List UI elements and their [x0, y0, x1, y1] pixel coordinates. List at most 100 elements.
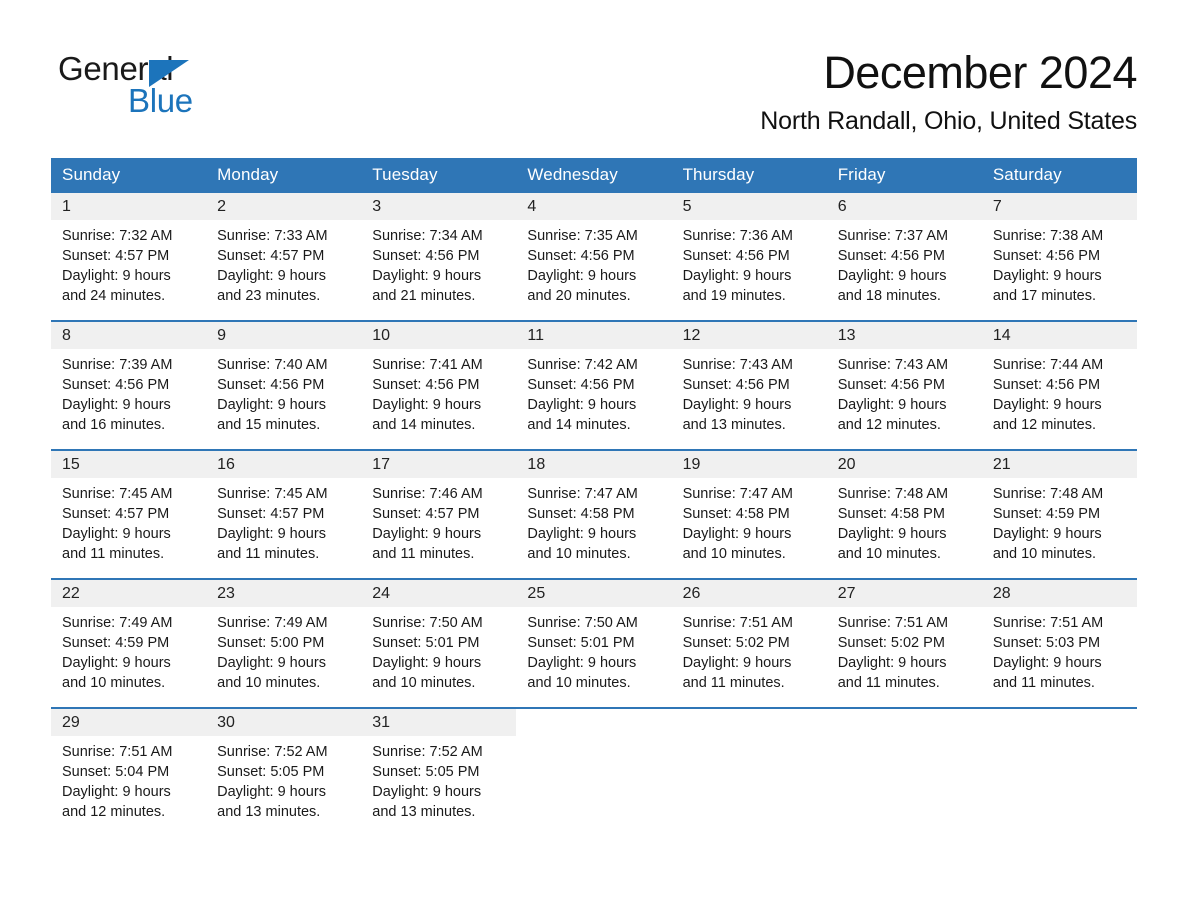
sunrise-time: Sunrise: 7:38 AM	[992, 228, 1104, 244]
day-number: 26	[671, 580, 827, 607]
day-cell-inner: 27 Sunrise: 7:51 AM Sunset: 5:02 PM Dayligh…	[826, 580, 982, 698]
calendar-day-cell[interactable]: 10 Sunrise: 7:41 AM Sunset: 4:56 PM Dayligh…	[361, 320, 517, 440]
sunset-time: Sunset: 4:57 PM	[62, 248, 170, 264]
daylight-duration-line1: Daylight: 9 hours	[62, 268, 171, 284]
generalblue-logo[interactable]: General Blue	[58, 52, 258, 122]
day-cell-inner: 19 Sunrise: 7:47 AM Sunset: 4:58 PM Dayligh…	[671, 451, 827, 569]
day-details: Sunrise: 7:43 AM Sunset: 4:56 PM Daylight:…	[672, 349, 827, 435]
day-number: 22	[51, 580, 207, 607]
day-details: Sunrise: 7:51 AM Sunset: 5:02 PM Daylight:…	[827, 607, 982, 693]
calendar-day-cell[interactable]: 6 Sunrise: 7:37 AM Sunset: 4:56 PM Daylight…	[826, 193, 982, 311]
sunset-time: Sunset: 4:58 PM	[682, 506, 790, 522]
daylight-duration-line2: and 18 minutes.	[837, 288, 941, 304]
sunrise-time: Sunrise: 7:32 AM	[62, 228, 173, 244]
daylight-duration-line2: and 12 minutes.	[62, 804, 166, 820]
day-number: 21	[981, 451, 1137, 478]
calendar-day-cell[interactable]: 14 Sunrise: 7:44 AM Sunset: 4:56 PM Dayligh…	[981, 320, 1137, 440]
calendar-day-cell[interactable]: 15 Sunrise: 7:45 AM Sunset: 4:57 PM Dayligh…	[51, 449, 207, 569]
weekday-header-saturday: Saturday	[981, 158, 1137, 193]
calendar-day-cell[interactable]: 16 Sunrise: 7:45 AM Sunset: 4:57 PM Dayligh…	[206, 449, 362, 569]
daylight-duration-line2: and 10 minutes.	[217, 675, 321, 691]
calendar-day-cell[interactable]: 23 Sunrise: 7:49 AM Sunset: 5:00 PM Dayligh…	[206, 578, 362, 698]
sunset-time: Sunset: 4:56 PM	[837, 248, 945, 264]
calendar-day-cell[interactable]: 11 Sunrise: 7:42 AM Sunset: 4:56 PM Dayligh…	[516, 320, 672, 440]
day-cell-inner: 9 Sunrise: 7:40 AM Sunset: 4:56 PM Daylight…	[206, 322, 362, 440]
sunset-time: Sunset: 4:57 PM	[62, 506, 170, 522]
day-details: Sunrise: 7:33 AM Sunset: 4:57 PM Daylight:…	[206, 220, 361, 306]
calendar-week-row: 1 Sunrise: 7:32 AM Sunset: 4:57 PM Daylight…	[51, 193, 1137, 311]
calendar-day-cell[interactable]: 13 Sunrise: 7:43 AM Sunset: 4:56 PM Dayligh…	[826, 320, 982, 440]
sunset-time: Sunset: 4:56 PM	[837, 377, 945, 393]
day-details: Sunrise: 7:41 AM Sunset: 4:56 PM Daylight:…	[361, 349, 516, 435]
calendar-day-cell[interactable]: 1 Sunrise: 7:32 AM Sunset: 4:57 PM Daylight…	[51, 193, 207, 311]
calendar-day-cell[interactable]: 4 Sunrise: 7:35 AM Sunset: 4:56 PM Daylight…	[516, 193, 672, 311]
day-details: Sunrise: 7:50 AM Sunset: 5:01 PM Daylight:…	[361, 607, 516, 693]
sunset-time: Sunset: 4:57 PM	[217, 248, 325, 264]
daylight-duration-line2: and 13 minutes.	[682, 417, 786, 433]
sunrise-time: Sunrise: 7:37 AM	[837, 228, 949, 244]
calendar-day-cell[interactable]: 3 Sunrise: 7:34 AM Sunset: 4:56 PM Daylight…	[361, 193, 517, 311]
sunset-time: Sunset: 4:59 PM	[992, 506, 1101, 522]
daylight-duration-line1: Daylight: 9 hours	[682, 655, 792, 671]
day-number: 25	[516, 580, 672, 607]
calendar-day-cell[interactable]: 19 Sunrise: 7:47 AM Sunset: 4:58 PM Dayligh…	[671, 449, 827, 569]
calendar-day-cell[interactable]: 2 Sunrise: 7:33 AM Sunset: 4:57 PM Daylight…	[206, 193, 362, 311]
calendar-day-cell[interactable]: 31 Sunrise: 7:52 AM Sunset: 5:05 PM Dayligh…	[361, 707, 517, 827]
calendar-day-cell[interactable]: 21 Sunrise: 7:48 AM Sunset: 4:59 PM Dayligh…	[981, 449, 1137, 569]
calendar-day-cell[interactable]: 25 Sunrise: 7:50 AM Sunset: 5:01 PM Dayligh…	[516, 578, 672, 698]
calendar-day-cell[interactable]: 28 Sunrise: 7:51 AM Sunset: 5:03 PM Dayligh…	[981, 578, 1137, 698]
daylight-duration-line2: and 19 minutes.	[682, 288, 786, 304]
sunrise-time: Sunrise: 7:49 AM	[217, 615, 328, 631]
day-number: 13	[826, 322, 982, 349]
calendar-day-cell[interactable]: 27 Sunrise: 7:51 AM Sunset: 5:02 PM Dayligh…	[826, 578, 982, 698]
sunset-time: Sunset: 4:56 PM	[682, 377, 790, 393]
day-details: Sunrise: 7:51 AM Sunset: 5:03 PM Daylight:…	[982, 607, 1137, 693]
sunrise-time: Sunrise: 7:40 AM	[217, 357, 328, 373]
calendar-day-cell[interactable]: 7 Sunrise: 7:38 AM Sunset: 4:56 PM Daylight…	[981, 193, 1137, 311]
calendar-day-cell[interactable]: 17 Sunrise: 7:46 AM Sunset: 4:57 PM Dayligh…	[361, 449, 517, 569]
daylight-duration-line1: Daylight: 9 hours	[62, 784, 171, 800]
sunset-time: Sunset: 4:58 PM	[527, 506, 635, 522]
daylight-duration-line2: and 23 minutes.	[217, 288, 321, 304]
sunrise-time: Sunrise: 7:51 AM	[62, 744, 173, 760]
day-details: Sunrise: 7:48 AM Sunset: 4:59 PM Daylight:…	[982, 478, 1137, 564]
day-cell-inner: 23 Sunrise: 7:49 AM Sunset: 5:00 PM Dayligh…	[206, 580, 362, 698]
sunset-time: Sunset: 5:03 PM	[992, 635, 1101, 651]
daylight-duration-line1: Daylight: 9 hours	[372, 526, 482, 542]
calendar-day-cell[interactable]: 26 Sunrise: 7:51 AM Sunset: 5:02 PM Dayligh…	[671, 578, 827, 698]
day-number: 23	[206, 580, 362, 607]
calendar-day-cell[interactable]: 18 Sunrise: 7:47 AM Sunset: 4:58 PM Dayligh…	[516, 449, 672, 569]
daylight-duration-line2: and 24 minutes.	[62, 288, 166, 304]
weekday-header-monday: Monday	[206, 158, 362, 193]
day-cell-inner: 13 Sunrise: 7:43 AM Sunset: 4:56 PM Dayligh…	[826, 322, 982, 440]
week-spacer	[51, 698, 1137, 708]
calendar-day-cell[interactable]: 22 Sunrise: 7:49 AM Sunset: 4:59 PM Dayligh…	[51, 578, 207, 698]
day-details: Sunrise: 7:51 AM Sunset: 5:04 PM Daylight:…	[51, 736, 206, 822]
weekday-header-wednesday: Wednesday	[516, 158, 672, 193]
day-number: 3	[361, 193, 517, 220]
daylight-duration-line2: and 10 minutes.	[682, 546, 786, 562]
calendar-day-cell[interactable]: 8 Sunrise: 7:39 AM Sunset: 4:56 PM Daylight…	[51, 320, 207, 440]
day-number: 15	[51, 451, 207, 478]
calendar-week-row: 22 Sunrise: 7:49 AM Sunset: 4:59 PM Dayligh…	[51, 578, 1137, 698]
calendar-day-cell[interactable]: 20 Sunrise: 7:48 AM Sunset: 4:58 PM Dayligh…	[826, 449, 982, 569]
calendar-day-cell-empty	[826, 707, 982, 827]
sunset-time: Sunset: 4:56 PM	[527, 248, 635, 264]
daylight-duration-line1: Daylight: 9 hours	[527, 397, 637, 413]
day-cell-inner	[982, 709, 1137, 827]
daylight-duration-line1: Daylight: 9 hours	[372, 397, 482, 413]
calendar-day-cell[interactable]: 5 Sunrise: 7:36 AM Sunset: 4:56 PM Daylight…	[671, 193, 827, 311]
day-cell-inner	[827, 709, 982, 827]
sunrise-time: Sunrise: 7:44 AM	[992, 357, 1104, 373]
calendar-day-cell[interactable]: 30 Sunrise: 7:52 AM Sunset: 5:05 PM Dayligh…	[206, 707, 362, 827]
calendar-day-cell[interactable]: 24 Sunrise: 7:50 AM Sunset: 5:01 PM Dayligh…	[361, 578, 517, 698]
calendar-day-cell[interactable]: 29 Sunrise: 7:51 AM Sunset: 5:04 PM Dayligh…	[51, 707, 207, 827]
calendar-container: Sunday Monday Tuesday Wednesday Thursday…	[51, 158, 1137, 827]
sunset-time: Sunset: 4:56 PM	[682, 248, 790, 264]
sunset-time: Sunset: 4:58 PM	[837, 506, 945, 522]
calendar-day-cell[interactable]: 9 Sunrise: 7:40 AM Sunset: 4:56 PM Daylight…	[206, 320, 362, 440]
day-number: 24	[361, 580, 517, 607]
calendar-day-cell[interactable]: 12 Sunrise: 7:43 AM Sunset: 4:56 PM Dayligh…	[671, 320, 827, 440]
day-cell-inner: 15 Sunrise: 7:45 AM Sunset: 4:57 PM Dayligh…	[51, 451, 207, 569]
daylight-duration-line1: Daylight: 9 hours	[217, 784, 326, 800]
